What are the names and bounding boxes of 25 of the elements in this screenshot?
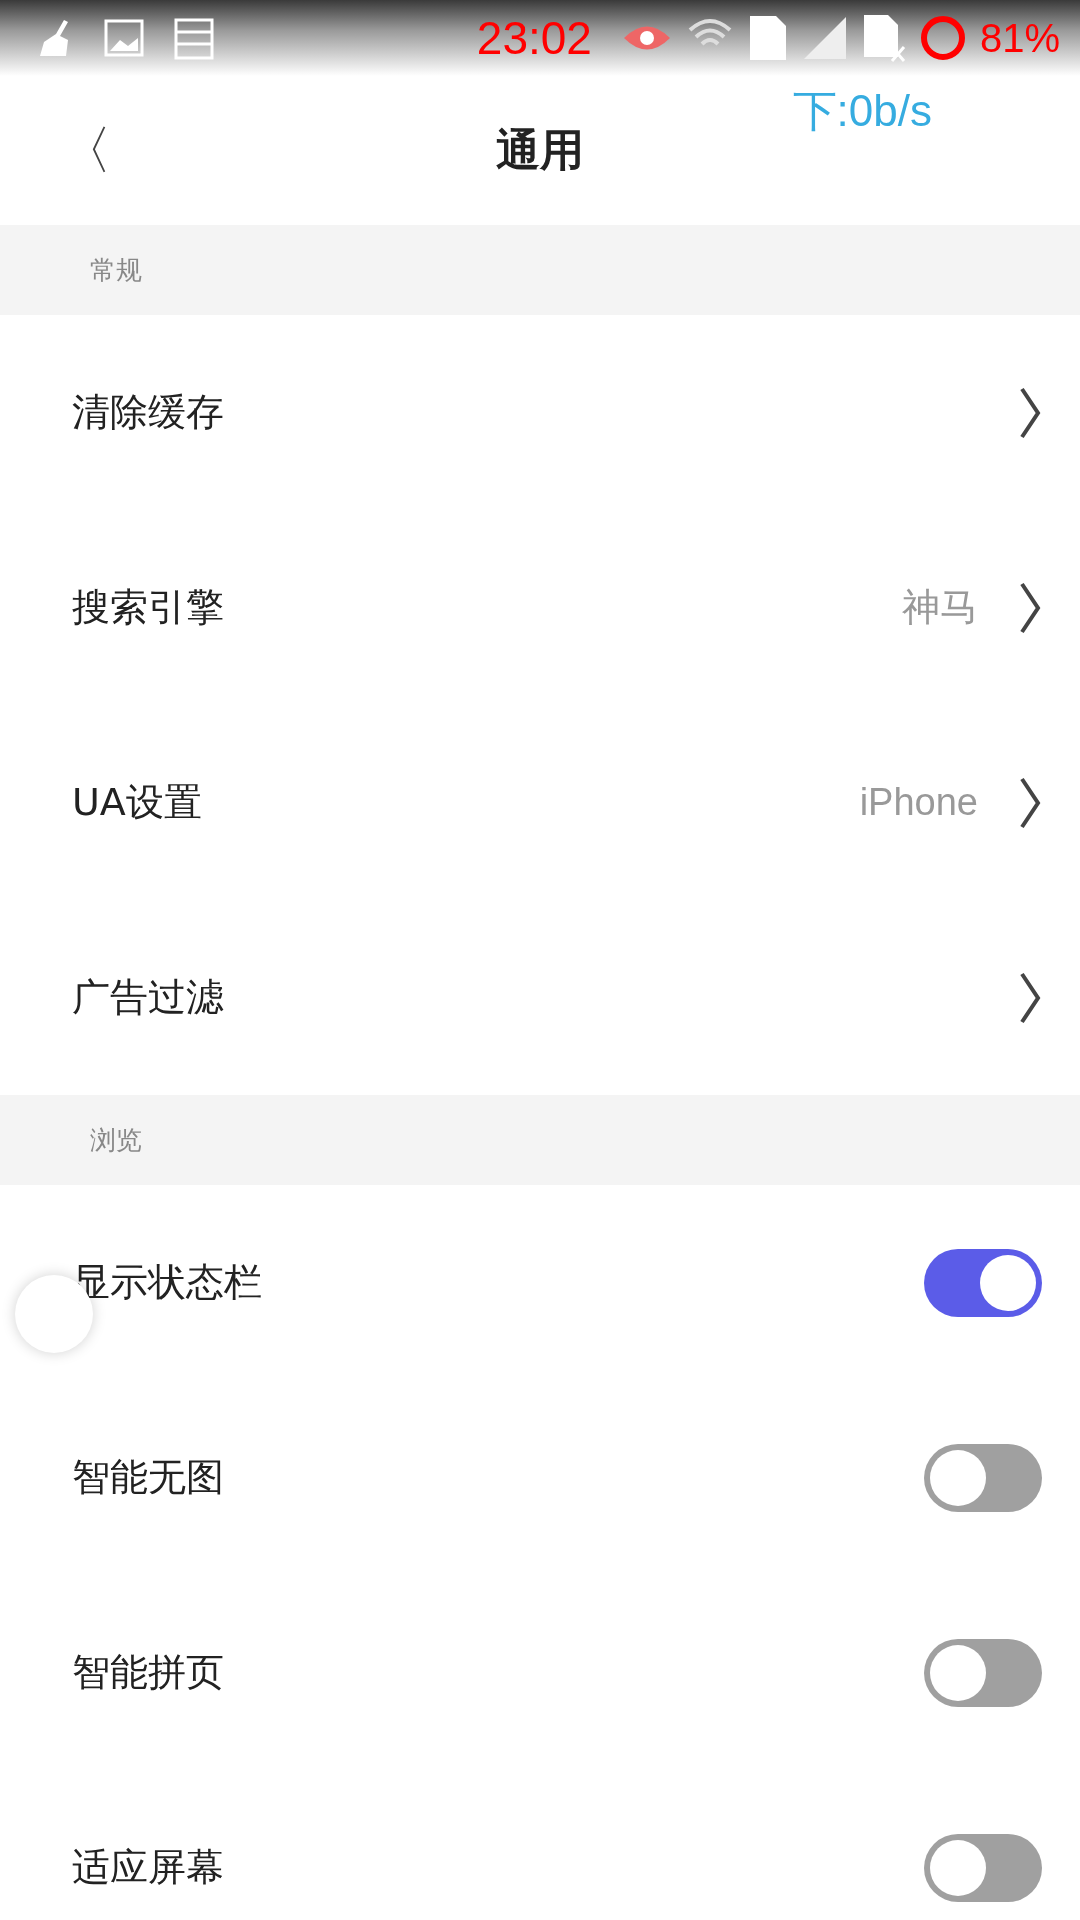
setting-label: UA设置 <box>72 779 203 826</box>
clock-time: 23:02 <box>476 11 592 65</box>
section-title: 常规 <box>90 253 142 287</box>
setting-label: 智能无图 <box>72 1454 225 1501</box>
chevron-right-icon <box>1018 581 1042 634</box>
chevron-right-icon <box>1018 776 1042 829</box>
setting-label: 搜索引擎 <box>72 584 225 631</box>
setting-label: 适应屏幕 <box>72 1844 225 1891</box>
storage-icon <box>172 16 216 60</box>
sim-card-icon <box>861 13 906 63</box>
page-title: 通用 <box>496 123 584 177</box>
battery-ring-icon <box>919 15 966 61</box>
setting-label: 广告过滤 <box>72 974 225 1021</box>
section-title: 浏览 <box>90 1123 142 1157</box>
image-icon <box>104 18 144 58</box>
battery-percent: 81% <box>979 15 1060 61</box>
network-speed: 下:0b/s <box>792 85 932 137</box>
sim-card-icon <box>747 14 788 62</box>
setting-value: iPhone <box>859 781 978 824</box>
setting-label: 清除缓存 <box>72 389 225 436</box>
setting-label: 智能拼页 <box>72 1649 225 1696</box>
chevron-right-icon <box>1018 386 1042 439</box>
back-button[interactable]: 〈 <box>60 116 112 186</box>
setting-value: 神马 <box>902 585 978 630</box>
chevron-right-icon <box>1018 971 1042 1024</box>
